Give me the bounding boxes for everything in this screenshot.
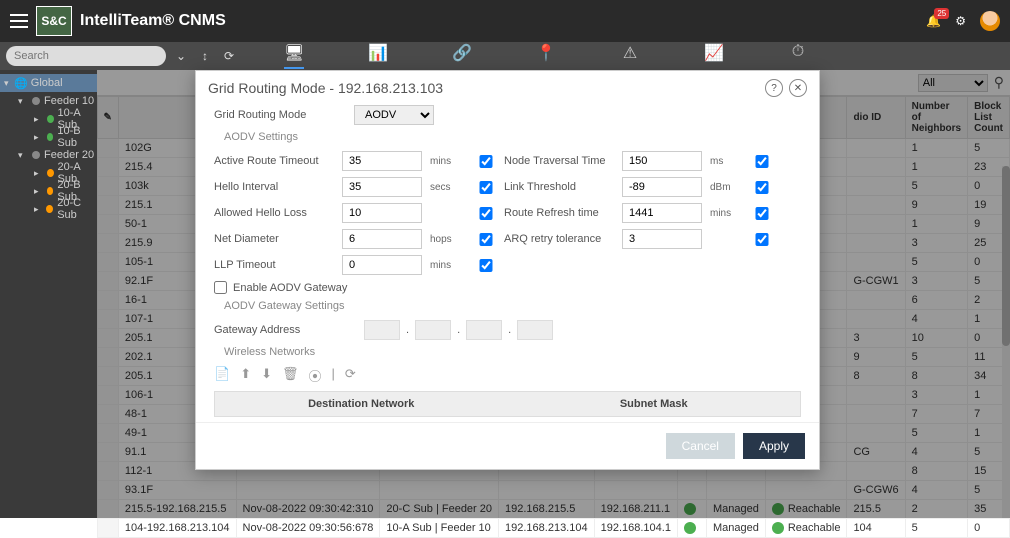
brand-logo: S&C bbox=[36, 6, 72, 36]
table-row[interactable]: 104-192.168.213.104Nov-08-2022 09:30:56:… bbox=[97, 519, 1009, 538]
hi-input[interactable] bbox=[342, 177, 422, 197]
upload-icon[interactable]: ⬆ bbox=[240, 366, 251, 385]
user-avatar[interactable] bbox=[980, 11, 1000, 31]
llp-input[interactable] bbox=[342, 255, 422, 275]
llp-label: LLP Timeout bbox=[214, 259, 334, 271]
rrt-label: Route Refresh time bbox=[504, 207, 614, 219]
ahl-check[interactable] bbox=[476, 207, 496, 220]
lt-input[interactable] bbox=[622, 177, 702, 197]
apply-button[interactable]: Apply bbox=[743, 433, 805, 459]
ahl-label: Allowed Hello Loss bbox=[214, 207, 334, 219]
ahl-input[interactable] bbox=[342, 203, 422, 223]
toggle-icon[interactable]: ⌄ bbox=[172, 47, 190, 65]
nd-unit: hops bbox=[430, 234, 468, 245]
arq-label: ARQ retry tolerance bbox=[504, 233, 614, 245]
notifications-button[interactable]: 🔔 25 bbox=[926, 14, 941, 28]
tab-links[interactable]: 🔗 bbox=[452, 43, 472, 69]
stop-icon[interactable]: ⦿ bbox=[309, 366, 322, 385]
app-title: IntelliTeam® CNMS bbox=[80, 12, 226, 30]
reload-icon[interactable]: ⟳ bbox=[345, 366, 356, 385]
col-subnet: Subnet Mask bbox=[508, 392, 801, 416]
ntt-check[interactable] bbox=[752, 155, 772, 168]
tree-global[interactable]: ▾🌐 Global bbox=[0, 74, 97, 92]
delete-icon[interactable]: 🗑 bbox=[282, 366, 299, 385]
rrt-check[interactable] bbox=[752, 207, 772, 220]
mode-select[interactable]: AODV bbox=[354, 105, 434, 125]
lt-check[interactable] bbox=[752, 181, 772, 194]
tree-icon[interactable]: ↕ bbox=[196, 47, 214, 65]
col-destination: Destination Network bbox=[215, 392, 508, 416]
cancel-button[interactable]: Cancel bbox=[666, 433, 735, 459]
modal-title: Grid Routing Mode - 192.168.213.103 bbox=[208, 80, 443, 96]
tab-charts[interactable]: 📊 bbox=[368, 43, 388, 69]
notification-badge: 25 bbox=[934, 8, 949, 19]
ip-octet-3[interactable] bbox=[466, 320, 502, 340]
hi-unit: secs bbox=[430, 182, 468, 193]
mode-label: Grid Routing Mode bbox=[214, 109, 334, 121]
search-input[interactable] bbox=[6, 46, 166, 66]
art-unit: mins bbox=[430, 156, 468, 167]
ip-octet-4[interactable] bbox=[517, 320, 553, 340]
help-icon[interactable]: ? bbox=[765, 79, 783, 97]
tab-location[interactable]: 📍 bbox=[536, 43, 556, 69]
art-check[interactable] bbox=[476, 155, 496, 168]
lt-unit: dBm bbox=[710, 182, 744, 193]
llp-unit: mins bbox=[430, 260, 468, 271]
rrt-unit: mins bbox=[710, 208, 744, 219]
add-row-icon[interactable]: 📄 bbox=[214, 366, 230, 385]
ntt-label: Node Traversal Time bbox=[504, 155, 614, 167]
ntt-input[interactable] bbox=[622, 151, 702, 171]
ip-octet-2[interactable] bbox=[415, 320, 451, 340]
rrt-input[interactable] bbox=[622, 203, 702, 223]
aodv-section: AODV Settings bbox=[224, 131, 801, 143]
ip-octet-1[interactable] bbox=[364, 320, 400, 340]
tree-20c[interactable]: ▸20-C Sub bbox=[0, 200, 97, 218]
menu-button[interactable] bbox=[10, 14, 28, 28]
refresh-icon[interactable]: ⟳ bbox=[220, 47, 238, 65]
network-table-header: Destination Network Subnet Mask bbox=[214, 391, 801, 417]
lt-label: Link Threshold bbox=[504, 181, 614, 193]
hi-label: Hello Interval bbox=[214, 181, 334, 193]
nd-check[interactable] bbox=[476, 233, 496, 246]
wireless-section: Wireless Networks bbox=[224, 346, 801, 358]
settings-icon[interactable]: ⚙ bbox=[955, 14, 966, 28]
enable-gateway-label: Enable AODV Gateway bbox=[233, 282, 347, 294]
tab-devices[interactable]: 🖥 bbox=[284, 43, 304, 69]
arq-input[interactable] bbox=[622, 229, 702, 249]
gateway-address-label: Gateway Address bbox=[214, 324, 334, 336]
close-icon[interactable]: ✕ bbox=[789, 79, 807, 97]
grid-routing-modal: Grid Routing Mode - 192.168.213.103 ? ✕ … bbox=[195, 70, 820, 470]
enable-gateway-check[interactable] bbox=[214, 281, 227, 294]
art-input[interactable] bbox=[342, 151, 422, 171]
hi-check[interactable] bbox=[476, 181, 496, 194]
llp-check[interactable] bbox=[476, 259, 496, 272]
tab-alerts[interactable]: ⚠ bbox=[620, 43, 640, 69]
tree-10b[interactable]: ▸10-B Sub bbox=[0, 128, 97, 146]
ntt-unit: ms bbox=[710, 156, 744, 167]
nd-label: Net Diameter bbox=[214, 233, 334, 245]
tab-dashboard[interactable]: ⏱ bbox=[788, 43, 808, 69]
arq-check[interactable] bbox=[752, 233, 772, 246]
art-label: Active Route Timeout bbox=[214, 155, 334, 167]
tab-trend[interactable]: 📈 bbox=[704, 43, 724, 69]
divider: | bbox=[332, 366, 335, 385]
download-icon[interactable]: ⬇ bbox=[261, 366, 272, 385]
sidebar: ▾🌐 Global ▾Feeder 10 ▸10-A Sub ▸10-B Sub… bbox=[0, 70, 97, 518]
nd-input[interactable] bbox=[342, 229, 422, 249]
gateway-section: AODV Gateway Settings bbox=[224, 300, 801, 312]
